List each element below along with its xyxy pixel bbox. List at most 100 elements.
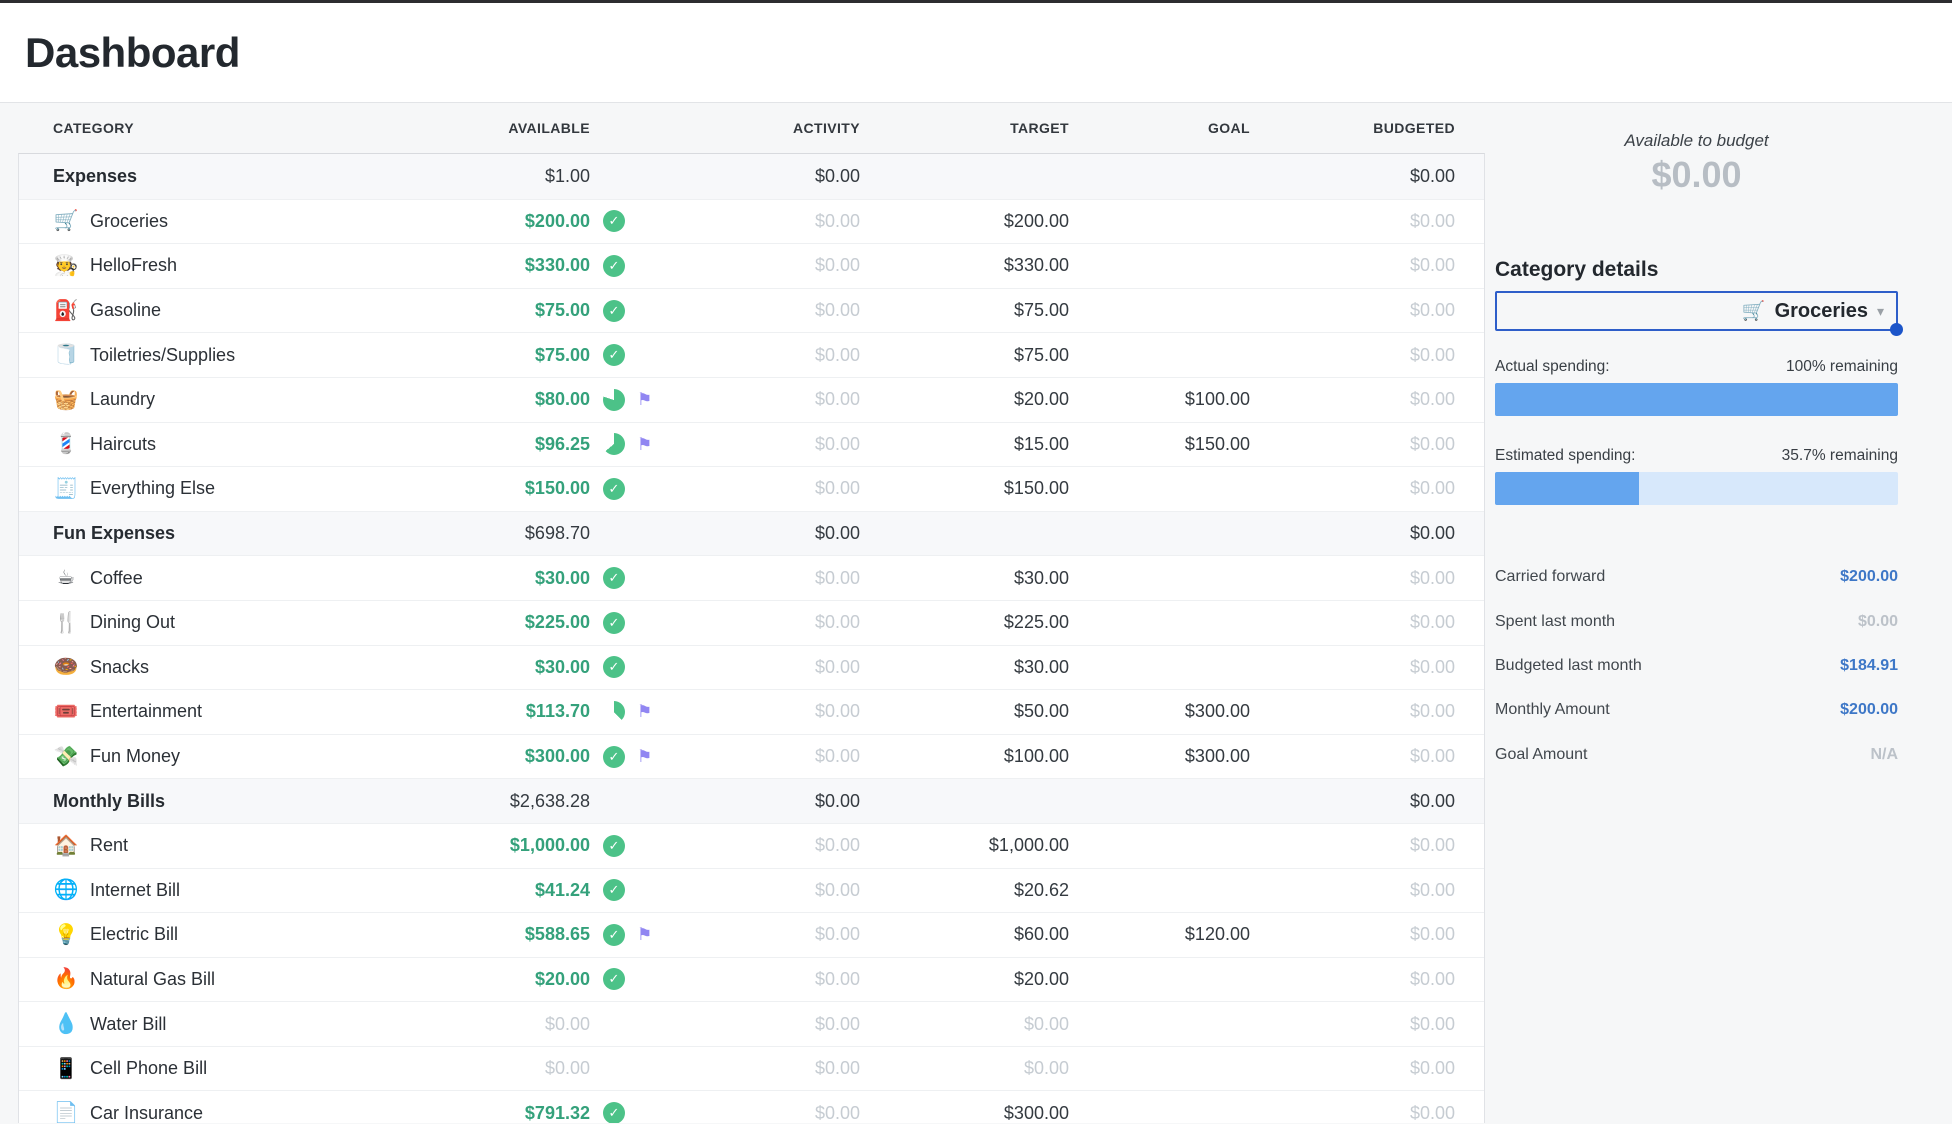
activity-amount: $0.00 [680, 568, 860, 589]
stat-label: Goal Amount [1495, 746, 1588, 764]
category-row[interactable]: 🏠Rent$1,000.00✓$0.00$1,000.00$0.00 [19, 823, 1484, 868]
category-name-cell: 🌐Internet Bill [19, 880, 438, 901]
laundry-basket-icon: 🧺 [53, 390, 79, 410]
goal-amount: $150.00 [1069, 434, 1250, 455]
activity-amount: $0.00 [680, 701, 860, 722]
budgeted-amount: $0.00 [1250, 434, 1455, 455]
activity-amount: $0.00 [680, 389, 860, 410]
funded-check-icon: ✓ [603, 612, 625, 634]
activity-amount: $0.00 [680, 924, 860, 945]
section-row[interactable]: Expenses$1.00$0.00$0.00 [19, 154, 1484, 199]
category-row[interactable]: 💸Fun Money$300.00✓⚑$0.00$100.00$300.00$0… [19, 734, 1484, 779]
activity-amount: $0.00 [680, 1103, 860, 1123]
goal-flag-icon: ⚑ [637, 748, 652, 765]
budgeted-amount: $0.00 [1250, 300, 1455, 321]
category-row[interactable]: 📱Cell Phone Bill$0.00$0.00$0.00$0.00 [19, 1046, 1484, 1091]
goal-flag-icon: ⚑ [637, 703, 652, 720]
category-label: Fun Expenses [53, 523, 175, 544]
available-amount: $80.00 [438, 389, 590, 410]
activity-amount: $0.00 [680, 345, 860, 366]
category-name-cell: 🧻Toiletries/Supplies [19, 345, 438, 366]
category-select[interactable]: 🛒 Groceries ▾ [1495, 291, 1898, 331]
actual-spending-bar [1495, 383, 1898, 416]
funded-check-icon: ✓ [603, 567, 625, 589]
available-amount: $330.00 [438, 255, 590, 276]
target-amount: $30.00 [860, 657, 1069, 678]
available-amount: $225.00 [438, 612, 590, 633]
activity-amount: $0.00 [680, 835, 860, 856]
category-row[interactable]: 💧Water Bill$0.00$0.00$0.00$0.00 [19, 1001, 1484, 1046]
shopping-cart-icon: 🛒 [1742, 302, 1766, 321]
budgeted-amount: $0.00 [1250, 523, 1455, 544]
category-row[interactable]: ☕Coffee$30.00✓$0.00$30.00$0.00 [19, 555, 1484, 600]
category-label: Snacks [90, 657, 149, 678]
budgeted-amount: $0.00 [1250, 166, 1455, 187]
category-row[interactable]: 🎟️Entertainment$113.70⚑$0.00$50.00$300.0… [19, 689, 1484, 734]
budgeted-amount: $0.00 [1250, 568, 1455, 589]
light-bulb-icon: 💡 [53, 925, 79, 945]
category-row[interactable]: 🍴Dining Out$225.00✓$0.00$225.00$0.00 [19, 600, 1484, 645]
category-row[interactable]: 📄Car Insurance$791.32✓$0.00$300.00$0.00 [19, 1090, 1484, 1123]
category-label: HelloFresh [90, 255, 177, 276]
partial-funded-pie-icon [603, 389, 625, 411]
column-header-available: AVAILABLE [438, 120, 590, 136]
stat-row: Spent last month$0.00 [1495, 599, 1898, 643]
budgeted-amount: $0.00 [1250, 478, 1455, 499]
actual-spending-header: Actual spending: 100% remaining [1495, 357, 1898, 376]
status-icons: ✓ [590, 300, 680, 322]
category-row[interactable]: 🍩Snacks$30.00✓$0.00$30.00$0.00 [19, 645, 1484, 690]
budget-table: CATEGORY AVAILABLE ACTIVITY TARGET GOAL … [18, 103, 1485, 1123]
category-row[interactable]: 🧻Toiletries/Supplies$75.00✓$0.00$75.00$0… [19, 332, 1484, 377]
stat-label: Budgeted last month [1495, 657, 1642, 675]
status-icons: ✓ [590, 656, 680, 678]
category-row[interactable]: 💡Electric Bill$588.65✓⚑$0.00$60.00$120.0… [19, 912, 1484, 957]
status-icons: ✓ [590, 1102, 680, 1123]
target-amount: $75.00 [860, 345, 1069, 366]
category-row[interactable]: 🛒Groceries$200.00✓$0.00$200.00$0.00 [19, 199, 1484, 244]
category-label: Toiletries/Supplies [90, 345, 235, 366]
section-row[interactable]: Monthly Bills$2,638.28$0.00$0.00 [19, 778, 1484, 823]
actual-spending-remaining: 100% remaining [1786, 357, 1898, 376]
budgeted-amount: $0.00 [1250, 211, 1455, 232]
target-amount: $225.00 [860, 612, 1069, 633]
target-amount: $75.00 [860, 300, 1069, 321]
status-icons: ✓ [590, 478, 680, 500]
main-content: CATEGORY AVAILABLE ACTIVITY TARGET GOAL … [0, 103, 1952, 1123]
target-amount: $60.00 [860, 924, 1069, 945]
stat-value: $0.00 [1858, 613, 1898, 631]
stat-label: Monthly Amount [1495, 701, 1610, 719]
available-amount: $791.32 [438, 1103, 590, 1123]
category-row[interactable]: 🧑‍🍳HelloFresh$330.00✓$0.00$330.00$0.00 [19, 243, 1484, 288]
category-row[interactable]: 🧺Laundry$80.00⚑$0.00$20.00$100.00$0.00 [19, 377, 1484, 422]
funded-check-icon: ✓ [603, 879, 625, 901]
funded-check-icon: ✓ [603, 835, 625, 857]
status-icons: ✓ [590, 255, 680, 277]
target-amount: $20.00 [860, 389, 1069, 410]
budgeted-amount: $0.00 [1250, 969, 1455, 990]
activity-amount: $0.00 [680, 791, 860, 812]
category-row[interactable]: 🧾Everything Else$150.00✓$0.00$150.00$0.0… [19, 466, 1484, 511]
chevron-down-icon: ▾ [1877, 303, 1884, 320]
goal-flag-icon: ⚑ [637, 926, 652, 943]
available-amount: $0.00 [438, 1014, 590, 1035]
category-row[interactable]: 🌐Internet Bill$41.24✓$0.00$20.62$0.00 [19, 868, 1484, 913]
column-header-activity: ACTIVITY [680, 120, 860, 136]
budgeted-amount: $0.00 [1250, 345, 1455, 366]
activity-amount: $0.00 [680, 255, 860, 276]
column-header-category: CATEGORY [18, 120, 438, 136]
category-row[interactable]: ⛽Gasoline$75.00✓$0.00$75.00$0.00 [19, 288, 1484, 333]
target-amount: $0.00 [860, 1014, 1069, 1035]
doughnut-icon: 🍩 [53, 657, 79, 677]
status-icons: ✓ [590, 612, 680, 634]
category-name-cell: 🍩 Snacks [19, 657, 438, 678]
selected-category-label: Groceries [1775, 300, 1868, 323]
section-row[interactable]: Fun Expenses$698.70$0.00$0.00 [19, 511, 1484, 556]
status-icons: ✓⚑ [590, 746, 680, 768]
fuel-pump-icon: ⛽ [53, 301, 79, 321]
partial-funded-pie-icon [603, 701, 625, 723]
category-row[interactable]: 🔥Natural Gas Bill$20.00✓$0.00$20.00$0.00 [19, 957, 1484, 1002]
status-icons: ✓ [590, 344, 680, 366]
category-row[interactable]: 💈Haircuts$96.25⚑$0.00$15.00$150.00$0.00 [19, 422, 1484, 467]
category-name-cell: ⛽Gasoline [19, 300, 438, 321]
category-name-cell: 💧Water Bill [19, 1014, 438, 1035]
